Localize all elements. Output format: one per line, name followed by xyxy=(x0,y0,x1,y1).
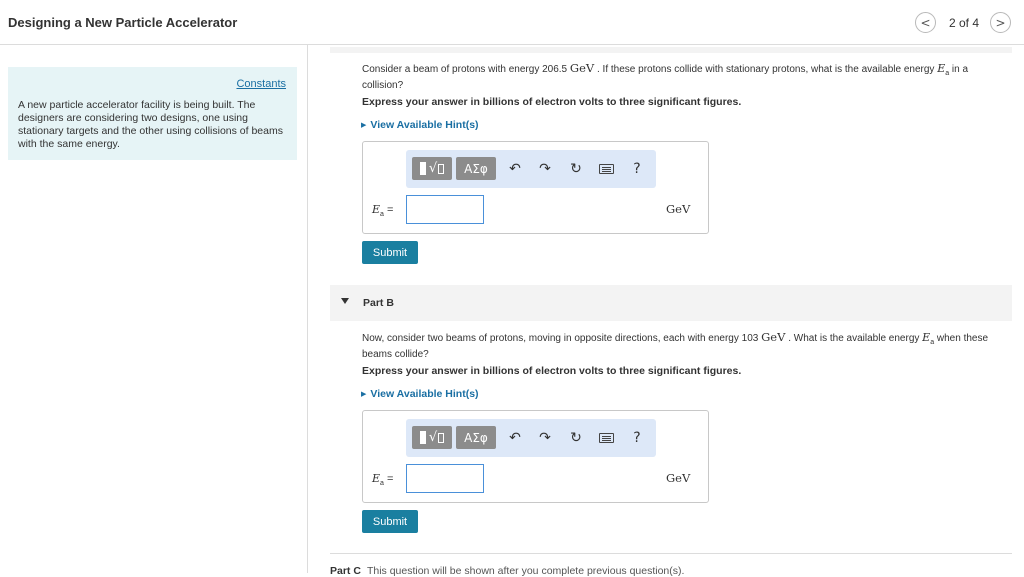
problem-intro-text: A new particle accelerator facility is b… xyxy=(18,99,283,150)
caret-down-icon xyxy=(341,298,349,304)
part-b-answer-box: √ ΑΣφ ↶ ↷ ↻ ? Ea = GeV xyxy=(362,410,709,503)
part-a-equation-toolbar: √ ΑΣφ ↶ ↷ ↻ ? xyxy=(406,150,656,188)
part-a-unit: GeV xyxy=(666,202,691,216)
problem-intro-panel: Constants A new particle accelerator fac… xyxy=(8,67,297,160)
next-button[interactable]: > xyxy=(990,12,1011,33)
part-b-answer-input[interactable] xyxy=(406,464,484,493)
part-b-submit-button[interactable]: Submit xyxy=(362,510,418,533)
reset-icon: ↻ xyxy=(570,429,582,446)
column-divider xyxy=(307,45,308,573)
part-b-unit: GeV xyxy=(666,471,691,485)
part-c-divider xyxy=(330,553,1012,554)
part-a-question: Consider a beam of protons with energy 2… xyxy=(362,61,969,91)
keyboard-icon xyxy=(598,432,614,443)
keyboard-button[interactable] xyxy=(596,157,616,180)
part-a-header-bar xyxy=(330,47,1012,53)
undo-button[interactable]: ↶ xyxy=(505,157,525,180)
greek-symbols-button[interactable]: ΑΣφ xyxy=(456,426,496,449)
part-b-equation-toolbar: √ ΑΣφ ↶ ↷ ↻ ? xyxy=(406,419,656,457)
keyboard-icon xyxy=(598,163,614,174)
part-b-label: Part B xyxy=(363,297,394,309)
part-a-hint-toggle[interactable]: ▶ View Available Hint(s) xyxy=(361,119,479,131)
part-a-submit-button[interactable]: Submit xyxy=(362,241,418,264)
help-icon: ? xyxy=(633,160,641,177)
part-b-header[interactable]: Part B xyxy=(330,285,1012,321)
placeholder-icon xyxy=(438,432,445,443)
radical-icon: √ xyxy=(428,161,438,176)
reset-icon: ↻ xyxy=(570,160,582,177)
constants-link[interactable]: Constants xyxy=(236,78,286,90)
part-c-locked-text: This question will be shown after you co… xyxy=(366,565,685,577)
part-c-row: Part C This question will be shown after … xyxy=(330,565,684,577)
caret-right-icon: ▶ xyxy=(361,122,367,129)
help-icon: ? xyxy=(633,429,641,446)
undo-button[interactable]: ↶ xyxy=(505,426,525,449)
keyboard-button[interactable] xyxy=(596,426,616,449)
radical-icon: √ xyxy=(428,430,438,445)
placeholder-icon xyxy=(438,163,445,174)
previous-button[interactable]: < xyxy=(915,12,936,33)
undo-icon: ↶ xyxy=(509,160,521,177)
block-icon xyxy=(419,162,426,175)
part-b-answer-label: Ea = xyxy=(372,472,394,488)
help-button[interactable]: ? xyxy=(627,157,647,180)
greek-symbols-button[interactable]: ΑΣφ xyxy=(456,157,496,180)
redo-icon: ↷ xyxy=(539,429,551,446)
redo-button[interactable]: ↷ xyxy=(535,426,555,449)
part-b-question: Now, consider two beams of protons, movi… xyxy=(362,330,989,360)
help-button[interactable]: ? xyxy=(627,426,647,449)
header: Designing a New Particle Accelerator < 2… xyxy=(0,0,1024,45)
page-title: Designing a New Particle Accelerator xyxy=(8,15,238,30)
reset-button[interactable]: ↻ xyxy=(566,426,586,449)
part-a-instruction: Express your answer in billions of elect… xyxy=(362,96,742,108)
redo-icon: ↷ xyxy=(539,160,551,177)
redo-button[interactable]: ↷ xyxy=(535,157,555,180)
templates-button[interactable]: √ xyxy=(412,157,452,180)
part-b-hint-toggle[interactable]: ▶ View Available Hint(s) xyxy=(361,388,479,400)
part-a-answer-box: √ ΑΣφ ↶ ↷ ↻ ? Ea = GeV xyxy=(362,141,709,234)
part-a-answer-label: Ea = xyxy=(372,203,394,219)
page-count: 2 of 4 xyxy=(949,16,980,30)
undo-icon: ↶ xyxy=(509,429,521,446)
part-b-instruction: Express your answer in billions of elect… xyxy=(362,365,742,377)
templates-button[interactable]: √ xyxy=(412,426,452,449)
part-c-label: Part C xyxy=(330,565,361,577)
caret-right-icon: ▶ xyxy=(361,391,367,398)
block-icon xyxy=(419,431,426,444)
chevron-right-icon: > xyxy=(995,15,1006,30)
part-a-answer-input[interactable] xyxy=(406,195,484,224)
reset-button[interactable]: ↻ xyxy=(566,157,586,180)
chevron-left-icon: < xyxy=(920,15,931,30)
